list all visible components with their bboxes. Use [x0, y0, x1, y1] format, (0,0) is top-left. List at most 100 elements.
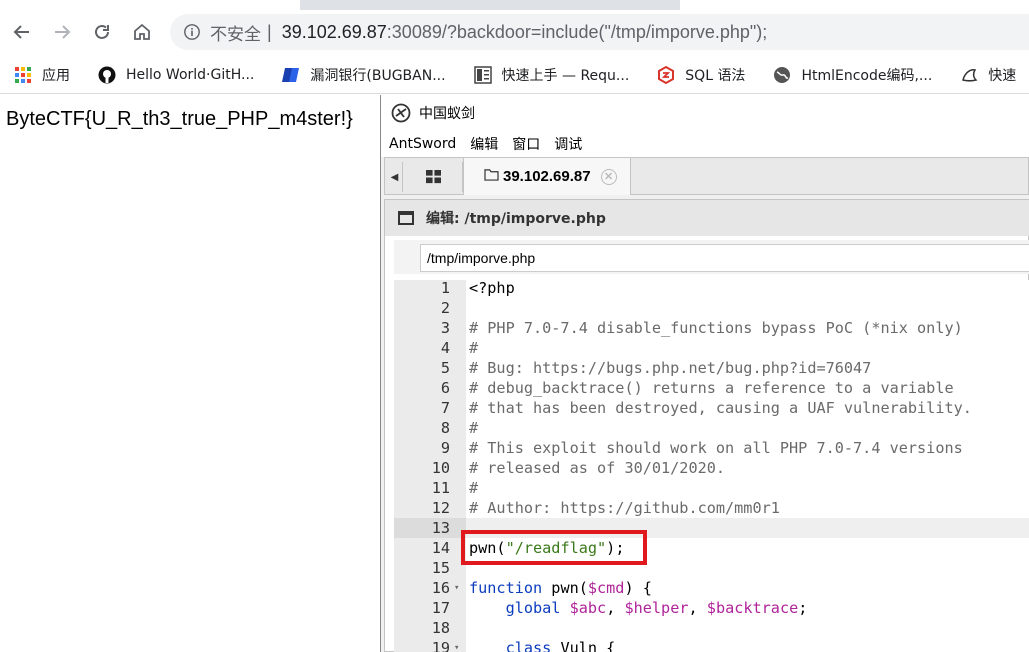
- code-text: # PHP 7.0-7.4 disable_functions bypass P…: [469, 319, 963, 337]
- url-path[interactable]: :30089/?backdoor=include("/tmp/imporve.p…: [387, 22, 768, 43]
- bookmark-apps[interactable]: 应用: [14, 65, 70, 85]
- reload-button[interactable]: [86, 16, 118, 48]
- bookmark-label: Hello World·GitH...: [126, 66, 255, 83]
- line-number: 14: [431, 539, 450, 557]
- code-line[interactable]: 10 # released as of 30/01/2020.: [394, 458, 1029, 478]
- back-button[interactable]: [6, 16, 38, 48]
- code-text: #: [469, 339, 479, 357]
- code-line[interactable]: 9 # This exploit should work on all PHP 7…: [394, 438, 1029, 458]
- bookmark-label: 快速: [988, 67, 1017, 84]
- code-text: # This exploit should work on all PHP 7.…: [469, 439, 963, 457]
- forward-button[interactable]: [46, 16, 78, 48]
- fold-arrow-icon[interactable]: ▾: [454, 638, 459, 652]
- editor-title: 编辑: /tmp/imporve.php: [426, 211, 606, 227]
- tab-scroll-left-button[interactable]: ◀: [387, 162, 403, 192]
- antsword-menubar: AntSword 编辑 窗口 调试: [381, 131, 1029, 157]
- url-host[interactable]: 39.102.69.87: [282, 22, 387, 43]
- bookmark-label: HtmlEncode编码,...: [801, 67, 933, 84]
- bookmark-bugbank[interactable]: 漏洞银行(BUGBAN...: [282, 65, 446, 85]
- bookmark-fast[interactable]: 快速: [960, 65, 1016, 85]
- line-number: 16: [431, 579, 450, 597]
- globe-icon: [773, 66, 791, 84]
- code-editor[interactable]: 1 <?php 2 3 # PHP 7.0-7.4 disable_functions …: [394, 280, 1029, 652]
- fish-icon: [960, 66, 978, 84]
- fold-arrow-icon[interactable]: ▾: [454, 578, 459, 598]
- line-number: 18: [431, 619, 450, 637]
- menu-antsword[interactable]: AntSword: [389, 136, 456, 152]
- window-icon: [398, 211, 414, 225]
- code-line[interactable]: 11 #: [394, 478, 1029, 498]
- reload-icon: [95, 24, 109, 39]
- tab-dashboard[interactable]: [405, 162, 463, 192]
- code-text: # debug_backtrace() returns a reference …: [469, 379, 954, 397]
- bookmark-label: 快速上手 — Requ...: [501, 67, 630, 84]
- bookmark-label: 漏洞银行(BUGBAN...: [310, 67, 446, 84]
- line-number: 5: [440, 359, 450, 377]
- code-text: #: [469, 419, 479, 437]
- security-label[interactable]: 不安全: [210, 20, 261, 45]
- code-line[interactable]: 12 # Author: https://github.com/mm0r1: [394, 498, 1029, 518]
- code-text: # released as of 30/01/2020.: [469, 459, 726, 477]
- code-line[interactable]: 6 # debug_backtrace() returns a reference…: [394, 378, 1029, 398]
- code-text: # Bug: https://bugs.php.net/bug.php?id=7…: [469, 359, 872, 377]
- apps-grid-icon: [14, 66, 32, 84]
- menu-edit[interactable]: 编辑: [470, 134, 498, 154]
- code-line[interactable]: 17 global $abc, $helper, $backtrace;: [394, 598, 1029, 618]
- code-line[interactable]: 5 # Bug: https://bugs.php.net/bug.php?id=…: [394, 358, 1029, 378]
- line-number: 13: [431, 519, 450, 537]
- code-line[interactable]: 16 ▾ function pwn($cmd) {: [394, 578, 1029, 598]
- code-line[interactable]: 3 # PHP 7.0-7.4 disable_functions bypass …: [394, 318, 1029, 338]
- antsword-tabs: ◀ 39.102.69.87 ✕: [384, 157, 1029, 195]
- antsword-window: 中国蚁剑 AntSword 编辑 窗口 调试 ◀ 39.102.69.87 ✕ …: [381, 95, 1029, 652]
- antsword-logo-icon: [391, 103, 411, 123]
- active-tab-edge: [0, 0, 300, 10]
- book-icon: [473, 65, 492, 84]
- code-line[interactable]: 18: [394, 618, 1029, 638]
- code-line[interactable]: 1 <?php: [394, 280, 1029, 298]
- menu-window[interactable]: 窗口: [512, 134, 540, 154]
- line-number: 19: [431, 639, 450, 652]
- line-number: 1: [440, 280, 450, 297]
- line-number: 17: [431, 599, 450, 617]
- bookmark-requests[interactable]: 快速上手 — Requ...: [473, 65, 630, 85]
- tab-host-label: 39.102.69.87: [503, 168, 591, 185]
- code-text: # Author: https://github.com/mm0r1: [469, 499, 780, 517]
- bookmark-sql[interactable]: SQL 语法: [657, 65, 745, 85]
- address-separator: |: [267, 21, 272, 42]
- tab-edge: [680, 0, 1029, 10]
- line-number: 4: [440, 339, 450, 357]
- grid-icon: [426, 169, 441, 183]
- github-icon: [98, 66, 116, 84]
- line-number: 11: [431, 479, 450, 497]
- path-bar: /tmp/imporve.php: [394, 240, 1029, 274]
- code-text: #: [469, 479, 479, 497]
- info-icon[interactable]: [182, 22, 202, 42]
- code-text: class Vuln {: [505, 639, 616, 652]
- code-line[interactable]: 7 # that has been destroyed, causing a UA…: [394, 398, 1029, 418]
- editor-header: 编辑: /tmp/imporve.php: [385, 200, 1029, 236]
- code-text: global $abc, $helper, $backtrace;: [505, 599, 808, 617]
- address-bar[interactable]: 不安全 | 39.102.69.87:30089/?backdoor=inclu…: [170, 14, 1029, 50]
- line-number: 12: [431, 499, 450, 517]
- code-line[interactable]: 8 #: [394, 418, 1029, 438]
- code-line[interactable]: 19 ▾ class Vuln {: [394, 638, 1029, 652]
- highlight-box: [461, 530, 647, 565]
- folder-icon: [484, 168, 499, 185]
- tab-host[interactable]: 39.102.69.87 ✕: [463, 158, 631, 195]
- tab-strip: [0, 0, 1029, 10]
- line-number: 2: [440, 299, 450, 317]
- line-number: 8: [440, 419, 450, 437]
- code-line[interactable]: 2: [394, 298, 1029, 318]
- home-icon: [134, 23, 150, 40]
- line-number: 7: [440, 399, 450, 417]
- line-number: 3: [440, 319, 450, 337]
- path-input[interactable]: /tmp/imporve.php: [420, 244, 1029, 272]
- bookmark-htmlencode[interactable]: HtmlEncode编码,...: [773, 65, 932, 85]
- close-icon[interactable]: ✕: [600, 168, 617, 185]
- code-text: <?php: [469, 280, 515, 297]
- bookmark-github[interactable]: Hello World·GitH...: [98, 66, 254, 84]
- home-button[interactable]: [126, 16, 158, 48]
- sql-icon: [657, 65, 675, 84]
- menu-debug[interactable]: 调试: [554, 134, 582, 154]
- code-line[interactable]: 4 #: [394, 338, 1029, 358]
